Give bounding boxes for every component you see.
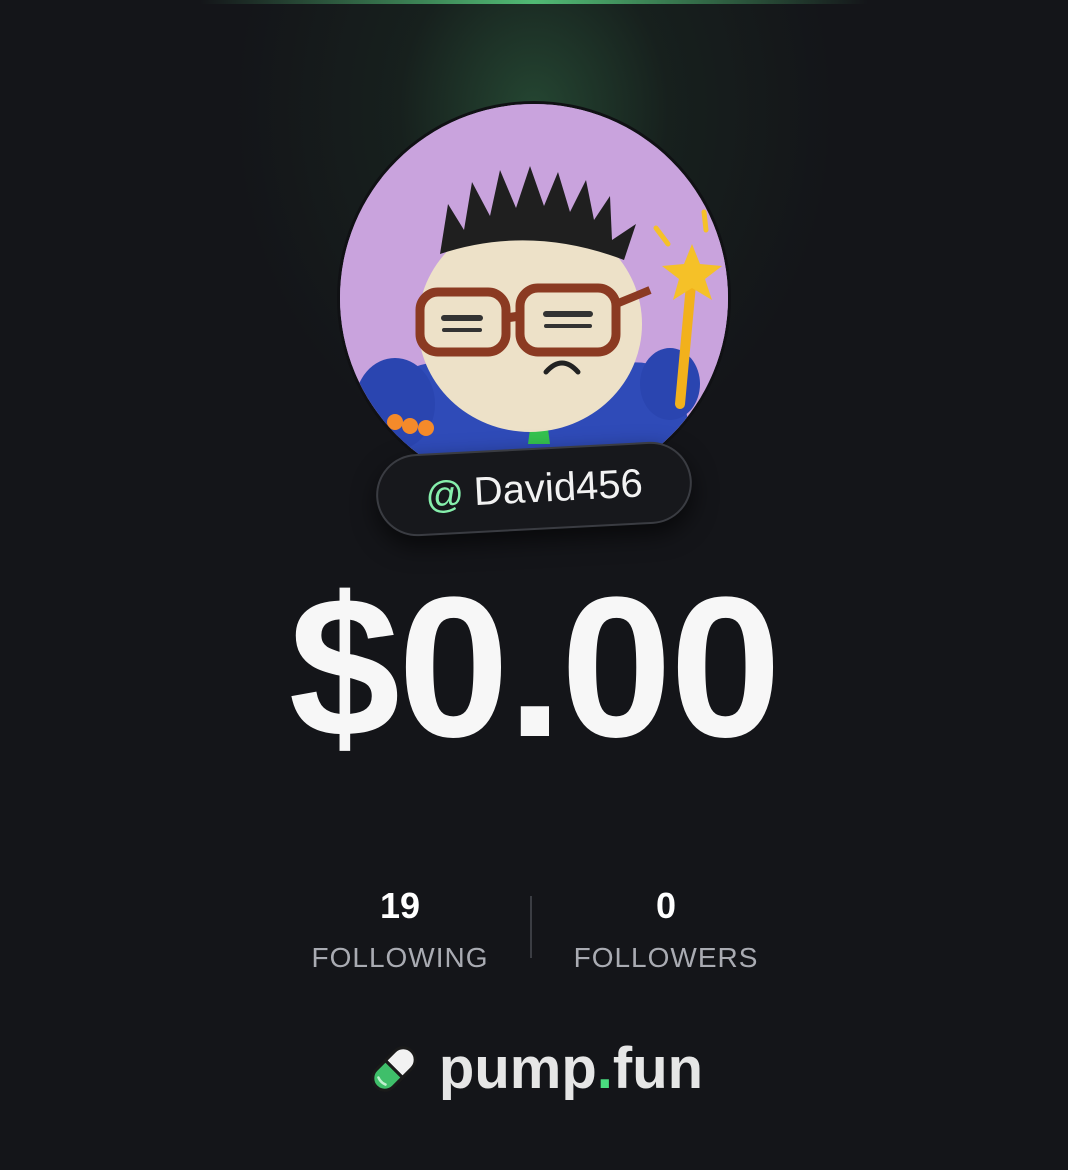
followers-label: FOLLOWERS bbox=[573, 942, 759, 973]
following-count: 19 bbox=[379, 885, 421, 926]
pill-icon bbox=[371, 1046, 417, 1092]
brand-name-part1: pump bbox=[438, 1036, 597, 1101]
brand-logo: pump.fun bbox=[0, 1040, 1068, 1098]
follow-stats: 19 FOLLOWING 0 FOLLOWERS bbox=[0, 884, 1068, 984]
brand-name: pump.fun bbox=[439, 1040, 703, 1098]
brand-name-part2: fun bbox=[612, 1036, 704, 1101]
username: David456 bbox=[472, 461, 644, 515]
following-label: FOLLOWING bbox=[311, 942, 489, 973]
avatar-image bbox=[340, 104, 728, 492]
followers-stat[interactable]: 0 FOLLOWERS bbox=[546, 884, 786, 974]
stats-divider bbox=[530, 896, 532, 958]
following-stat[interactable]: 19 FOLLOWING bbox=[280, 884, 520, 974]
profile-card: @ David456 $0.00 19 FOLLOWING 0 FOLLOWER… bbox=[0, 0, 1068, 1170]
balance-amount: $0.00 bbox=[288, 556, 782, 779]
at-icon: @ bbox=[424, 473, 466, 518]
followers-count: 0 bbox=[655, 885, 677, 926]
top-glow bbox=[200, 0, 868, 4]
username-pill[interactable]: @ David456 bbox=[374, 439, 694, 539]
avatar[interactable] bbox=[340, 104, 728, 492]
brand-dot: . bbox=[596, 1036, 613, 1101]
